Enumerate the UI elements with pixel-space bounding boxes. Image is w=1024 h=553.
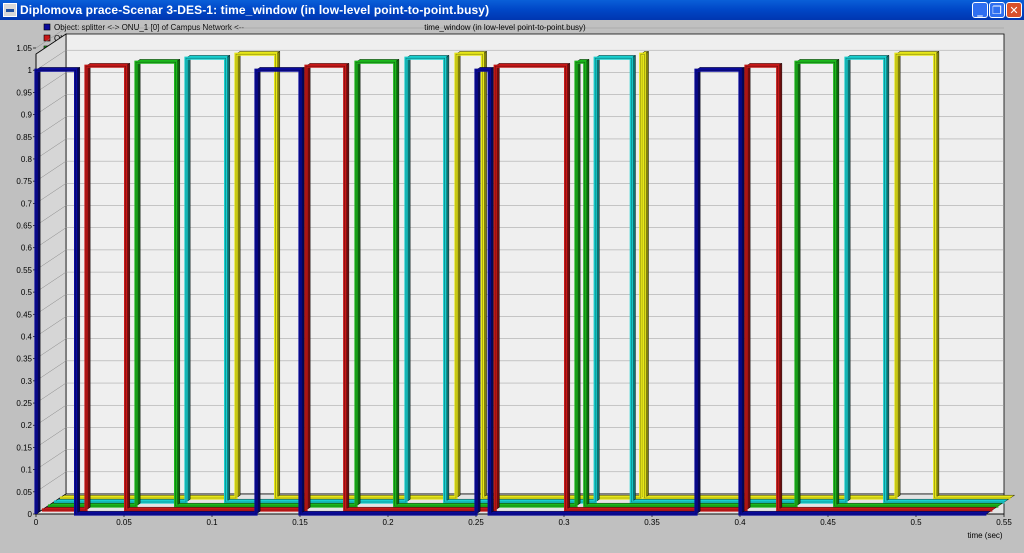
legend-swatch (43, 34, 51, 42)
y-tick-label: 0.1 (21, 466, 33, 475)
plot-area (34, 33, 1005, 515)
y-tick-label: 0.65 (16, 222, 32, 231)
chart-title: time_window (in low-level point-to-point… (424, 23, 586, 32)
x-axis-label: time (sec) (967, 531, 1002, 540)
close-button[interactable]: ✕ (1006, 2, 1022, 18)
y-tick-label: 0.2 (21, 421, 33, 430)
app-icon[interactable] (3, 3, 17, 17)
x-tick-label: 0.4 (734, 518, 746, 527)
x-tick-label: 0.05 (116, 518, 132, 527)
y-tick-label: 0.15 (16, 443, 32, 452)
chart[interactable]: Object: splitter <-> ONU_1 [0] of Campus… (0, 20, 1024, 553)
window-title: Diplomova prace-Scenar 3-DES-1: time_win… (20, 3, 490, 17)
y-tick-label: 0.9 (21, 111, 33, 120)
y-tick-label: 0.55 (16, 266, 32, 275)
y-tick-label: 0.6 (21, 244, 33, 253)
y-tick-label: 0.8 (21, 155, 33, 164)
y-tick-label: 0.3 (21, 377, 33, 386)
back-wall (65, 33, 1005, 495)
x-tick-label: 0.35 (644, 518, 660, 527)
x-tick-label: 0.15 (292, 518, 308, 527)
y-tick-label: 0.95 (16, 88, 32, 97)
x-tick-label: 0 (34, 518, 39, 527)
x-tick-label: 0.2 (382, 518, 394, 527)
x-tick-label: 0.55 (996, 518, 1012, 527)
title-bar[interactable]: Diplomova prace-Scenar 3-DES-1: time_win… (0, 0, 1024, 20)
maximize-button[interactable]: ❐ (989, 2, 1005, 18)
side-wall (35, 33, 67, 515)
x-tick-label: 0.25 (468, 518, 484, 527)
legend-entry: Object: splitter <-> ONU_1 [0] of Campus… (54, 23, 244, 32)
y-tick-label: 0.75 (16, 177, 32, 186)
y-tick-label: 1 (28, 66, 33, 75)
y-tick-label: 0 (28, 510, 33, 519)
y-tick-label: 1.05 (16, 44, 32, 53)
y-axis: 0 0.05 0.1 0.15 0.2 0.25 0.3 0.35 0.4 0.45 0.5 0.55… (16, 44, 37, 519)
y-tick-label: 0.25 (16, 399, 32, 408)
x-tick-label: 0.3 (558, 518, 570, 527)
legend-swatch (43, 23, 51, 31)
x-tick-label: 0.1 (206, 518, 218, 527)
y-tick-label: 0.45 (16, 310, 32, 319)
y-tick-label: 0.5 (21, 288, 33, 297)
x-tick-label: 0.45 (820, 518, 836, 527)
y-tick-label: 0.05 (16, 488, 32, 497)
y-tick-label: 0.35 (16, 355, 32, 364)
x-axis: 0 0.05 0.1 0.15 0.2 0.25 0.3 0.35 0.4 0.45 0.5 0.55 (34, 513, 1012, 527)
y-tick-label: 0.85 (16, 133, 32, 142)
minimize-button[interactable]: _ (972, 2, 988, 18)
x-tick-label: 0.5 (910, 518, 922, 527)
y-tick-label: 0.4 (21, 332, 33, 341)
y-tick-label: 0.7 (21, 199, 33, 208)
